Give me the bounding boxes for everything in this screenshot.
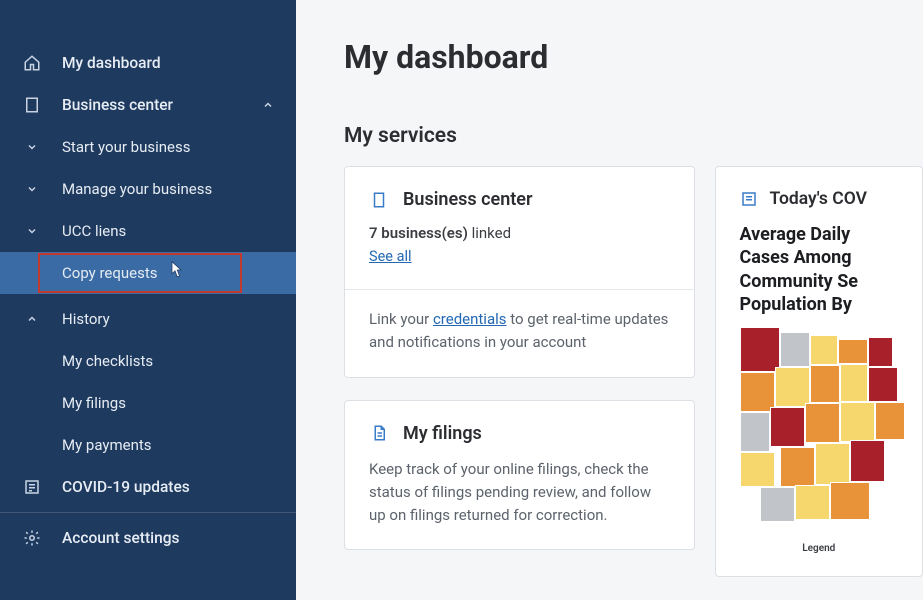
- chevron-down-icon: [18, 183, 46, 195]
- news-icon: [18, 478, 46, 496]
- nav-label: My checklists: [46, 352, 278, 370]
- nav-covid-updates[interactable]: COVID-19 updates: [0, 466, 296, 508]
- chevron-up-icon: [18, 313, 46, 325]
- building-icon: [369, 190, 389, 210]
- nav-label: My payments: [46, 436, 278, 454]
- nav-ucc-liens[interactable]: UCC liens: [0, 210, 296, 252]
- document-icon: [369, 423, 389, 443]
- nav-copy-requests[interactable]: Copy requests: [0, 252, 296, 294]
- legend-label: Legend: [740, 543, 898, 554]
- nav-business-center[interactable]: Business center: [0, 84, 296, 126]
- card-body: Keep track of your online filings, check…: [369, 458, 670, 528]
- nav-label: History: [46, 310, 278, 328]
- nav-label: Copy requests: [46, 264, 278, 282]
- news-icon: [740, 190, 758, 208]
- chevron-up-icon: [258, 99, 278, 111]
- nav-history-group: History My checklists My filings My paym…: [0, 298, 296, 466]
- covid-subtitle: Average Daily Cases Among Community Se P…: [740, 223, 898, 317]
- nav-manage-your-business[interactable]: Manage your business: [0, 168, 296, 210]
- gear-icon: [18, 529, 46, 547]
- nav-label: Business center: [46, 96, 258, 114]
- chevron-down-icon: [18, 141, 46, 153]
- section-my-services: My services: [344, 124, 923, 148]
- nav-label: Start your business: [46, 138, 278, 156]
- card-title: My filings: [403, 423, 482, 444]
- cards-row: Business center 7 business(es) linked Se…: [344, 166, 923, 577]
- nav-label: Account settings: [46, 529, 278, 547]
- chevron-down-icon: [18, 225, 46, 237]
- page-title: My dashboard: [344, 38, 923, 76]
- nav-label: UCC liens: [46, 222, 278, 240]
- credentials-link[interactable]: credentials: [433, 310, 507, 328]
- building-icon: [18, 96, 46, 114]
- see-all-link[interactable]: See all: [369, 248, 412, 265]
- card-title: Business center: [403, 189, 532, 210]
- nav-account-settings[interactable]: Account settings: [0, 517, 296, 559]
- nav-business-center-sub: Start your business Manage your business…: [0, 126, 296, 294]
- home-icon: [18, 54, 46, 72]
- covid-card-title: Today's COV: [770, 189, 867, 209]
- nav-label: My filings: [46, 394, 278, 412]
- covid-map: [740, 327, 920, 537]
- nav-my-checklists[interactable]: My checklists: [0, 340, 296, 382]
- nav-label: Manage your business: [46, 180, 278, 198]
- sidebar: My dashboard Business center Start your …: [0, 0, 296, 600]
- card-my-filings: My filings Keep track of your online fil…: [344, 400, 695, 551]
- nav-my-filings[interactable]: My filings: [0, 382, 296, 424]
- divider: [0, 512, 296, 513]
- nav-label: COVID-19 updates: [46, 478, 278, 496]
- nav-my-dashboard[interactable]: My dashboard: [0, 42, 296, 84]
- nav-label: My dashboard: [46, 54, 278, 72]
- card-business-center: Business center 7 business(es) linked Se…: [344, 166, 695, 378]
- nav-my-payments[interactable]: My payments: [0, 424, 296, 466]
- nav-start-your-business[interactable]: Start your business: [0, 126, 296, 168]
- nav-history[interactable]: History: [0, 298, 296, 340]
- business-count: 7 business(es) linked: [369, 224, 670, 242]
- card-covid: Today's COV Average Daily Cases Among Co…: [715, 166, 923, 577]
- main-content: My dashboard My services Business center…: [296, 0, 923, 600]
- card-body: Link your credentials to get real-time u…: [369, 308, 670, 355]
